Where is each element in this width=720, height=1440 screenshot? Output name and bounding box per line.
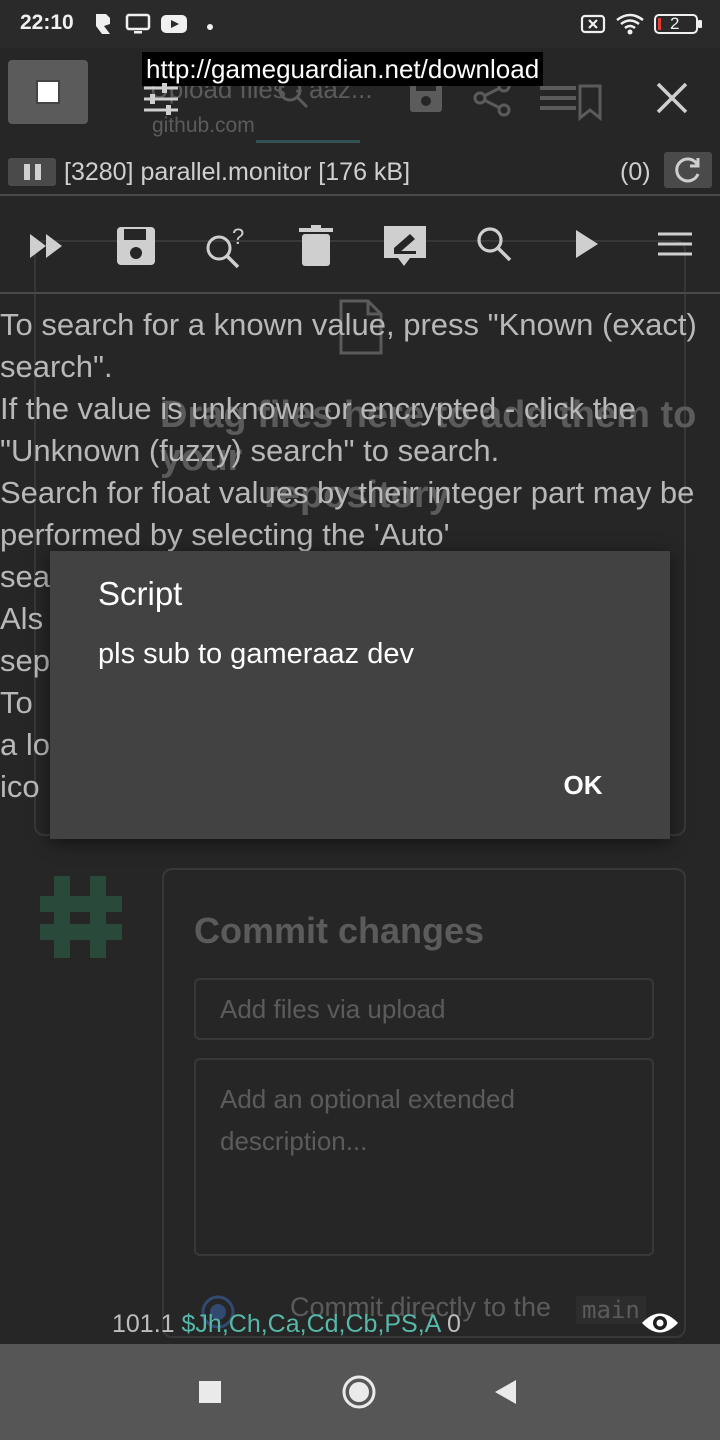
gg-result-count: 0 xyxy=(446,1310,461,1338)
gg-version: 101.1 xyxy=(112,1310,175,1338)
bg-commit-title: Commit changes xyxy=(194,910,485,951)
recents-icon[interactable] xyxy=(199,1381,221,1408)
bg-branch-name: main xyxy=(576,1296,646,1324)
bg-avatar xyxy=(40,876,122,963)
no-sim-icon xyxy=(580,12,606,41)
results-count: (0) xyxy=(620,158,651,186)
home-icon[interactable] xyxy=(341,1374,377,1415)
bg-list-icon xyxy=(536,84,606,129)
wifi-icon xyxy=(615,12,645,41)
menu-icon[interactable] xyxy=(656,224,700,268)
search-help-icon[interactable]: ? xyxy=(202,224,246,269)
youtube-icon xyxy=(160,12,188,41)
script-dialog: Script pls sub to gameraaz dev OK xyxy=(50,551,670,839)
settings-sliders-icon[interactable] xyxy=(140,82,182,121)
status-bar: 22:10 2 xyxy=(0,0,720,48)
ok-button[interactable]: OK xyxy=(548,757,618,813)
navigation-bar xyxy=(0,1344,720,1440)
download-url-label: http://gameguardian.net/download xyxy=(142,52,544,86)
battery-level: 2 xyxy=(670,14,680,33)
bg-commit-desc-placeholder: Add an optional extended description... xyxy=(220,1084,515,1156)
search-icon[interactable] xyxy=(474,224,518,268)
play-icon[interactable] xyxy=(570,224,614,268)
gg-regions: Jh,Ch,Ca,Cd,Cb,PS,A xyxy=(195,1310,440,1338)
dialog-title: Script xyxy=(98,575,183,612)
process-label[interactable]: [3280] parallel.monitor [176 kB] xyxy=(64,158,410,187)
screen-cast-icon xyxy=(125,12,151,41)
process-bar: [3280] parallel.monitor [176 kB] (0) xyxy=(0,150,720,196)
refresh-button[interactable] xyxy=(664,152,712,188)
pause-button[interactable] xyxy=(8,158,56,186)
close-icon[interactable] xyxy=(652,78,692,123)
save-list-icon[interactable] xyxy=(114,224,158,268)
back-icon[interactable] xyxy=(494,1379,518,1410)
gg-status-line: 101.1 $Jh,Ch,Ca,Cd,Cb,PS,A 0 xyxy=(112,1310,461,1339)
dialog-message: pls sub to gameraaz dev xyxy=(98,638,414,670)
bg-tab-indicator xyxy=(256,140,360,143)
gg-toolbar: ? xyxy=(0,198,720,294)
speedhack-icon[interactable] xyxy=(26,224,70,268)
delete-icon[interactable] xyxy=(296,224,340,268)
svg-text:?: ? xyxy=(232,224,244,249)
gg-dollar: $ xyxy=(181,1310,196,1338)
status-time: 22:10 xyxy=(20,11,74,34)
eye-icon[interactable] xyxy=(640,1308,680,1343)
pixel-app-icon xyxy=(94,12,112,41)
bg-commit-summary-placeholder: Add files via upload xyxy=(220,994,446,1024)
edit-icon[interactable] xyxy=(382,224,426,268)
gg-stop-button[interactable] xyxy=(8,60,88,124)
refresh-icon xyxy=(675,157,700,183)
dot-icon xyxy=(206,18,214,36)
